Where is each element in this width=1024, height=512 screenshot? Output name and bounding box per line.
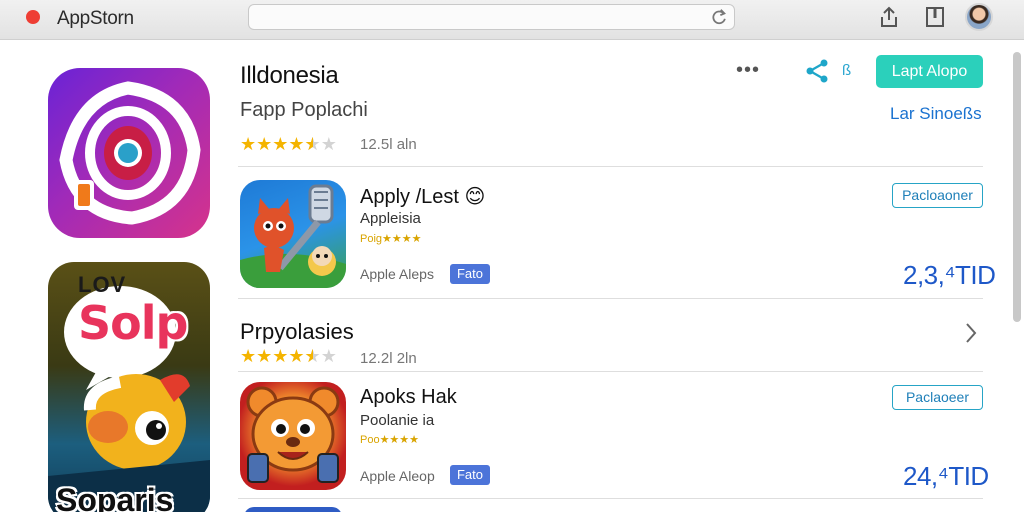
app-developer: Poolanie ia bbox=[360, 412, 435, 429]
section-title[interactable]: Prpyolasies bbox=[240, 319, 354, 345]
next-app-icon[interactable] bbox=[244, 507, 342, 512]
close-window-button[interactable] bbox=[26, 10, 40, 24]
divider bbox=[238, 371, 983, 372]
app-tag-badge: Fato bbox=[450, 465, 490, 485]
featured-app-tile[interactable] bbox=[48, 68, 210, 238]
section-rating-stars: ★★★★★★★ bbox=[240, 346, 337, 366]
avatar[interactable] bbox=[965, 3, 993, 31]
app-title: AppStorn bbox=[57, 8, 134, 29]
featured-game-title: Soparis bbox=[56, 482, 174, 512]
app-developer: Appleisia bbox=[360, 210, 421, 227]
section-rating-count: 12.2l 2ln bbox=[360, 350, 417, 367]
app-tag-badge: Fato bbox=[450, 264, 490, 284]
share-icon[interactable] bbox=[804, 58, 830, 84]
divider bbox=[238, 166, 983, 167]
download-button[interactable]: Pacloaoner bbox=[892, 183, 983, 208]
featured-game-logo: Solp bbox=[78, 296, 188, 350]
app-price: 24,⁴TID bbox=[903, 461, 989, 491]
app-mini-rating: Poig★★★★ bbox=[360, 233, 422, 245]
page-subtitle: Fapp Poplachi bbox=[240, 99, 368, 121]
scrollbar-thumb[interactable] bbox=[1013, 52, 1021, 322]
app-price: 2,3,⁴TID bbox=[903, 260, 996, 290]
app-name[interactable]: Apoks Hak bbox=[360, 386, 457, 409]
divider bbox=[238, 298, 983, 299]
cartoon-bear-icon[interactable] bbox=[240, 382, 346, 490]
eye-target-icon bbox=[59, 81, 201, 225]
share-toolbar-icon[interactable] bbox=[878, 5, 900, 29]
app-company: Apple Aleop bbox=[360, 468, 435, 484]
header-rating-count: 12.5l aln bbox=[360, 136, 417, 153]
search-input[interactable] bbox=[248, 4, 735, 30]
featured-game-tagline: LOV bbox=[78, 272, 127, 297]
app-name[interactable]: Apply /Lest 😊 bbox=[360, 184, 485, 209]
reload-icon[interactable] bbox=[710, 8, 728, 26]
see-more-link[interactable]: Lar Sinoeßs bbox=[890, 104, 982, 124]
page-title: Illdonesia bbox=[240, 62, 339, 89]
chevron-right-icon[interactable] bbox=[963, 321, 979, 345]
get-app-button[interactable]: Lapt Alopo bbox=[876, 55, 983, 88]
share-label[interactable]: ß bbox=[842, 62, 851, 79]
smile-emoji-icon: 😊 bbox=[464, 186, 486, 208]
title-bar: AppStorn bbox=[0, 0, 1024, 40]
app-mini-rating: Poo★★★★ bbox=[360, 434, 420, 446]
more-options-button[interactable]: ••• bbox=[736, 59, 760, 82]
bookmark-icon[interactable] bbox=[924, 5, 946, 29]
game-character-icon[interactable] bbox=[240, 180, 346, 288]
header-rating-stars: ★★★★★★★ bbox=[240, 134, 337, 154]
app-company: Apple Aleps bbox=[360, 266, 434, 282]
download-button[interactable]: Paclaoeer bbox=[892, 385, 983, 410]
divider bbox=[238, 498, 983, 499]
